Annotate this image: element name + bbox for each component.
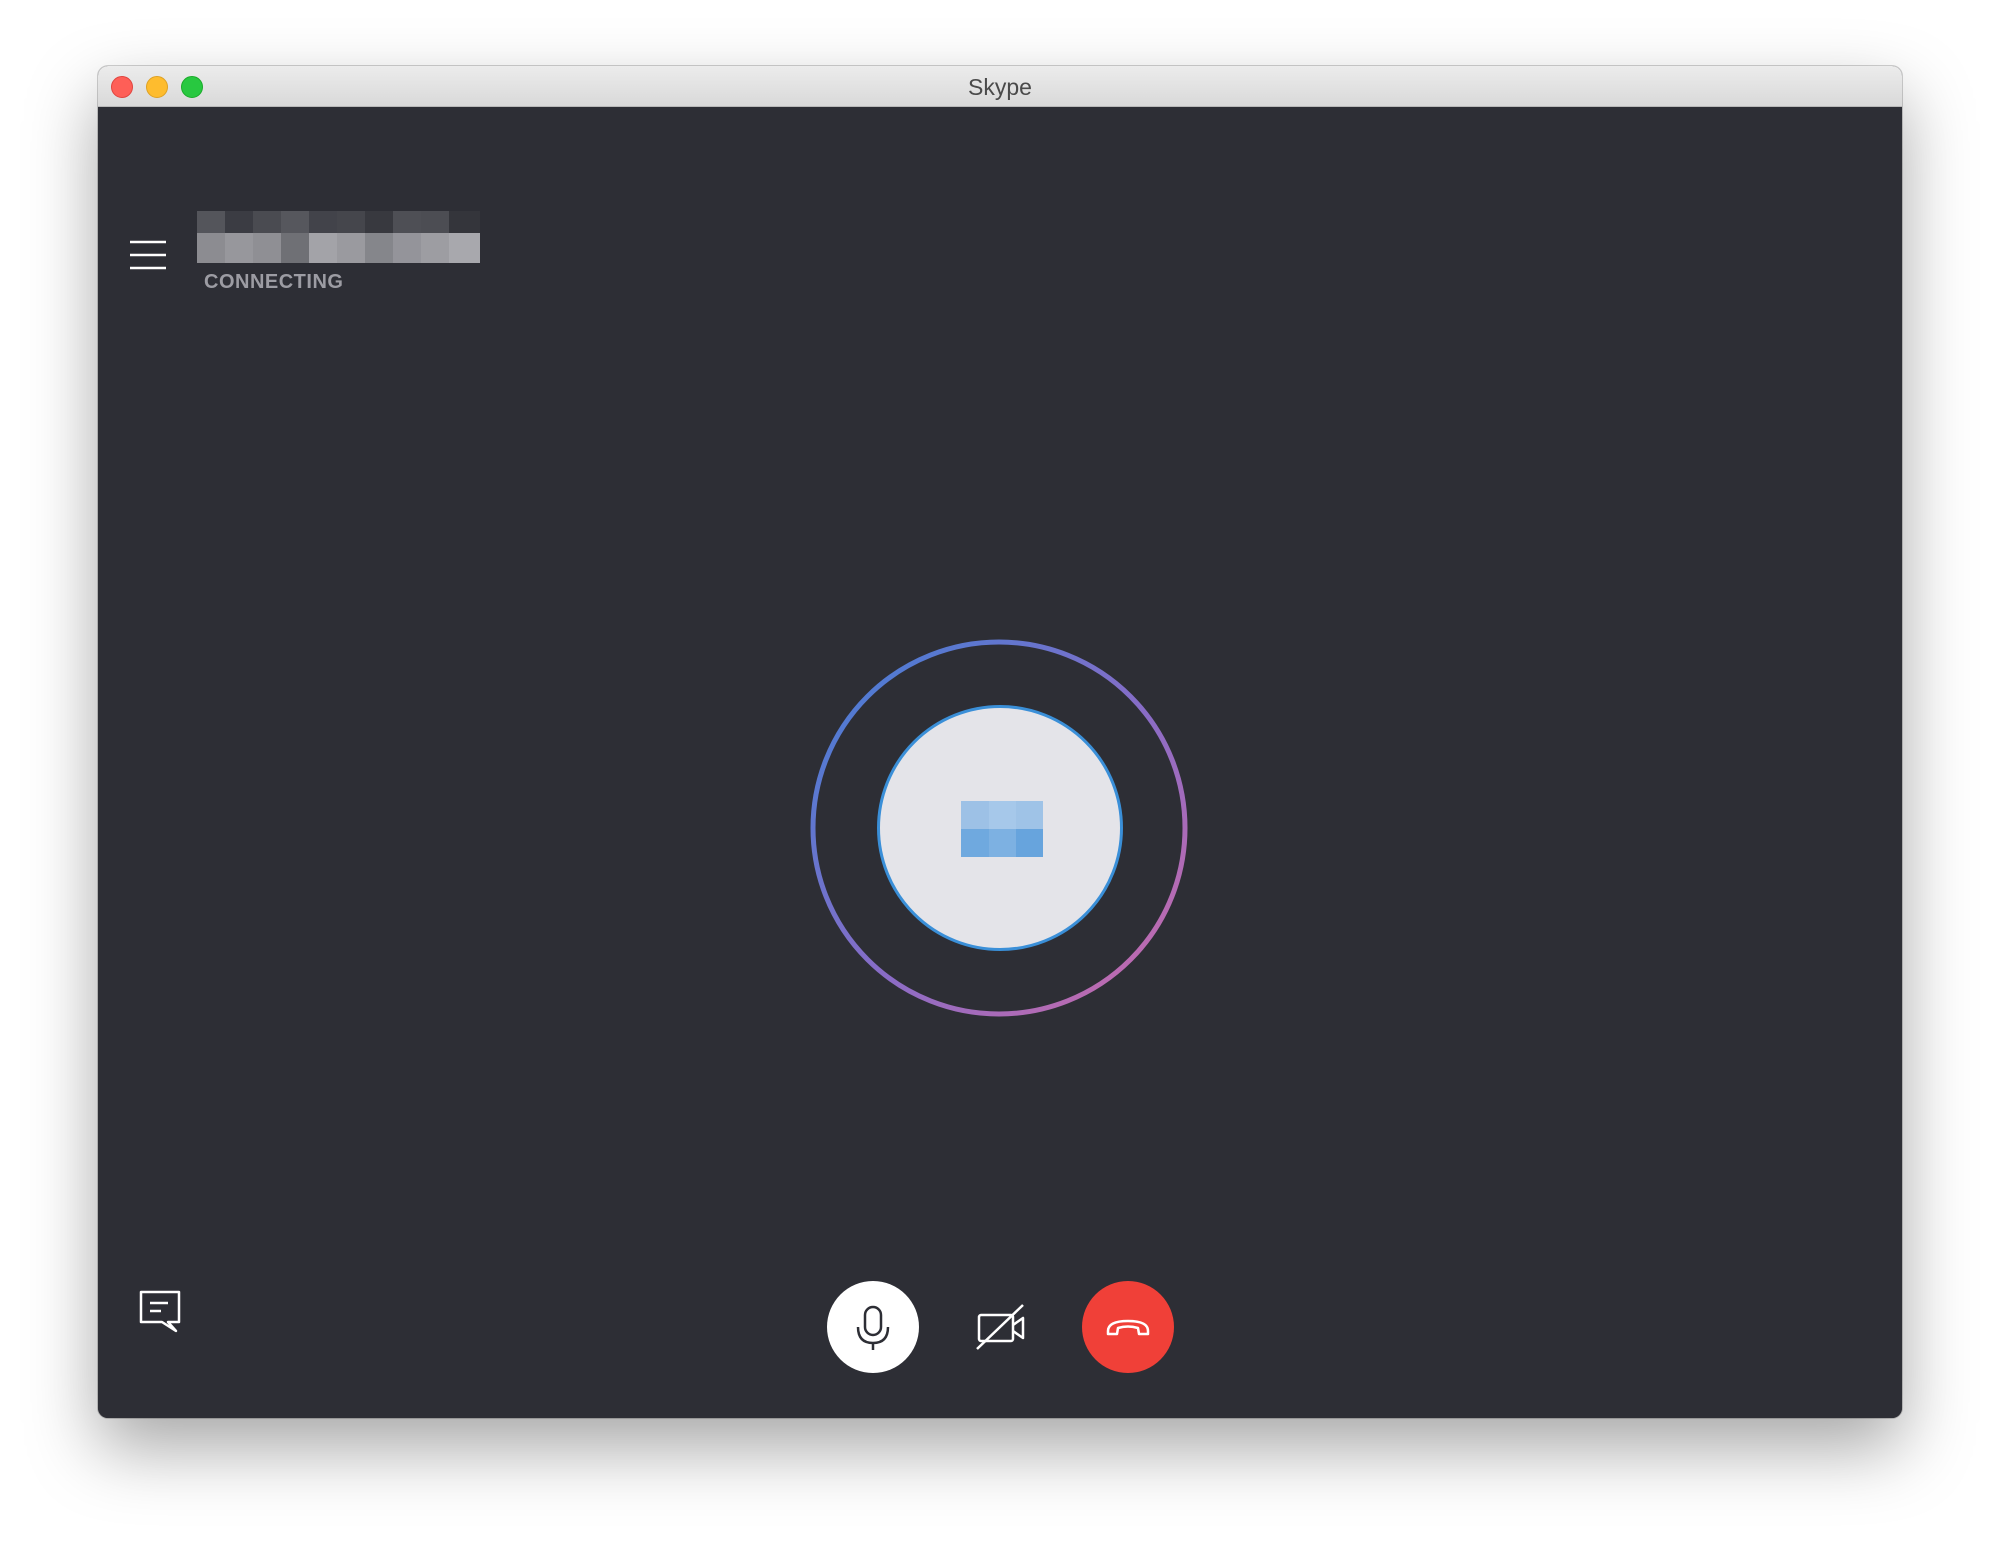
chat-icon [139,1290,181,1333]
microphone-icon [856,1305,890,1350]
chat-button[interactable] [136,1287,184,1335]
caller-avatar [877,705,1123,951]
window-title: Skype [968,74,1032,100]
hamburger-menu-button[interactable] [128,237,168,273]
call-status-label: CONNECTING [204,271,344,293]
skype-window: Skype CONNECTING [98,66,1902,1418]
end-call-button[interactable] [1082,1281,1174,1373]
end-call-icon [1106,1319,1150,1336]
hamburger-menu-icon [130,240,166,270]
caller-name-redacted [197,211,480,263]
video-toggle-button[interactable] [955,1281,1047,1373]
title-bar[interactable]: Skype [98,66,1902,107]
call-screen: CONNECTING [98,107,1902,1418]
video-off-icon [976,1304,1025,1350]
mute-button[interactable] [827,1281,919,1373]
avatar-initials-redacted [961,801,1043,857]
